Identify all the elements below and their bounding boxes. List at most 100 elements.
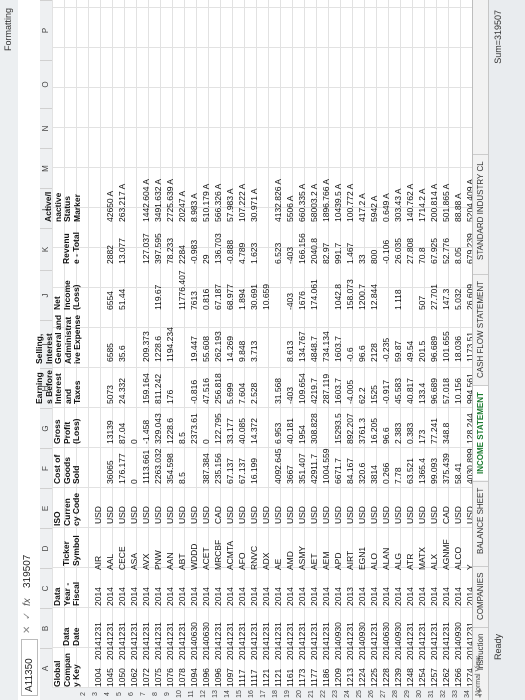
cell-g[interactable]: 0 [200,439,212,444]
cell-j[interactable]: 507 [416,296,428,310]
cell-k[interactable]: 2882 [104,245,116,264]
cell-h[interactable]: 5073 [104,385,116,404]
cell-h[interactable]: 1603.7 [332,378,344,404]
cell-c[interactable]: 2014 [296,587,308,606]
cell-b[interactable]: 20141231 [308,622,320,660]
cell-c[interactable]: 2014 [224,587,236,606]
header-revenue-total[interactable]: Revenu e - Total [61,232,81,264]
cell-b[interactable]: 20141231 [416,622,428,660]
cell-b[interactable]: 20140630 [200,622,212,660]
cell-l[interactable]: 566.326 A [212,184,224,222]
cell-a[interactable]: 1213 [344,668,356,687]
cell-i[interactable]: 101.655 [440,331,452,362]
cell-f[interactable]: 2263.032 [152,449,164,484]
cell-f[interactable]: 235.156 [212,453,224,484]
cell-e[interactable]: USD [92,506,104,524]
cell-f[interactable]: 84.167 [344,458,356,484]
cell-l[interactable]: 0.649 A [380,193,392,222]
cell-g[interactable]: 173 [416,430,428,444]
cell-j[interactable]: 30.691 [248,284,260,310]
column-header-p[interactable]: P [40,0,52,60]
cell-b[interactable]: 20141231 [116,622,128,660]
cell-i[interactable]: 209.373 [140,331,152,362]
header-cost-of-goods-sold[interactable]: Cost of Goods Sold [52,455,82,484]
cell-f[interactable]: 3814 [368,465,380,484]
formula-input[interactable]: 319507 [22,555,33,588]
cell-i[interactable]: 35.6 [116,345,128,362]
cell-c[interactable]: 2014 [104,587,116,606]
cell-a[interactable]: 1173 [296,669,308,687]
cell-k[interactable]: 136.703 [212,233,224,264]
cell-l[interactable]: 5942 A [368,196,380,222]
column-header-c[interactable]: C [40,568,52,608]
cell-e[interactable]: USD [296,506,308,524]
header-global-company-key[interactable]: Global Compan y Key [52,653,82,687]
row-number[interactable]: 20 [296,688,303,700]
cell-j[interactable]: 11776.407 [176,270,188,310]
cell-e[interactable]: USD [392,506,404,524]
sheet-tab[interactable]: COMPANIES [473,565,488,626]
cell-a[interactable]: 1121 [272,669,284,687]
column-header-m[interactable]: M [40,148,52,188]
cell-j[interactable]: 6554 [104,291,116,310]
cell-g[interactable]: 1228.6 [164,418,176,444]
cell-b[interactable]: 20140630 [380,622,392,660]
cell-c[interactable]: 2014 [404,587,416,606]
cell-j[interactable]: 1676 [296,291,308,310]
cell-d[interactable]: AIR [92,556,104,570]
cell-e[interactable]: USD [380,506,392,524]
cell-f[interactable]: 3667 [284,465,296,484]
row-number[interactable]: 12 [200,688,207,700]
row-number[interactable]: 8 [152,688,159,700]
cell-f[interactable]: 67.137 [224,458,236,484]
cell-h[interactable]: 57.018 [440,378,452,404]
cell-j[interactable]: 0.816 [200,289,212,310]
cell-f[interactable]: 1365.4 [416,458,428,484]
cell-a[interactable]: 1224 [356,668,368,687]
cell-e[interactable]: USD [416,506,428,524]
row-number[interactable]: 3 [92,688,99,700]
cell-l[interactable]: 200.814 A [428,184,440,222]
cell-i[interactable]: 1194.234 [164,327,176,362]
cell-g[interactable]: 15293.5 [332,413,344,444]
cell-l[interactable]: 303.43 A [392,188,404,222]
cell-k[interactable]: 33 [356,255,368,264]
cell-b[interactable]: 20140930 [392,622,404,660]
cell-d[interactable]: WDDD [188,544,200,570]
cell-c[interactable]: 2014 [356,587,368,606]
cell-c[interactable]: 2013 [344,587,356,606]
cell-k[interactable]: 13.077 [116,238,128,264]
cell-d[interactable]: ASA [128,553,140,570]
cell-e[interactable]: USD [176,506,188,524]
cell-k[interactable]: 166.156 [296,233,308,264]
row-number[interactable]: 5 [116,688,123,700]
cell-k[interactable]: 397.595 [152,233,164,264]
cell-a[interactable]: 1050 [116,668,128,687]
cell-g[interactable]: 122.795 [212,413,224,444]
cell-j[interactable]: 5.032 [452,289,464,310]
row-number[interactable]: 33 [452,688,459,700]
cell-e[interactable]: USD [248,506,260,524]
cell-l[interactable]: 100.772 A [344,184,356,222]
column-header-n[interactable]: N [40,108,52,148]
cell-e[interactable]: USD [140,506,152,524]
cell-f[interactable]: 6671.7 [332,458,344,484]
cell-d[interactable]: ALO [368,553,380,570]
cell-g[interactable]: 40.181 [284,418,296,444]
cell-g[interactable]: 33.177 [224,418,236,444]
cell-d[interactable]: EGN1 [356,547,368,570]
header-iso-currency-code[interactable]: ISO Curren cy Code [52,493,82,526]
cell-b[interactable]: 20141231 [296,622,308,660]
cell-g[interactable]: 6.953 [272,423,284,444]
cell-c[interactable]: 2014 [452,587,464,606]
cell-c[interactable]: 2014 [308,587,320,606]
cell-f[interactable]: 58.41 [452,463,464,484]
cell-b[interactable]: 20141231 [176,622,188,660]
cell-j[interactable]: 51.44 [116,289,128,310]
cell-c[interactable]: 2014 [212,587,224,606]
cell-e[interactable]: USD [200,506,212,524]
cell-c[interactable]: 2014 [116,587,128,606]
cell-j[interactable]: 7613 [188,291,200,310]
row-number[interactable]: 15 [236,688,243,700]
cell-a[interactable]: 1072 [140,668,152,687]
